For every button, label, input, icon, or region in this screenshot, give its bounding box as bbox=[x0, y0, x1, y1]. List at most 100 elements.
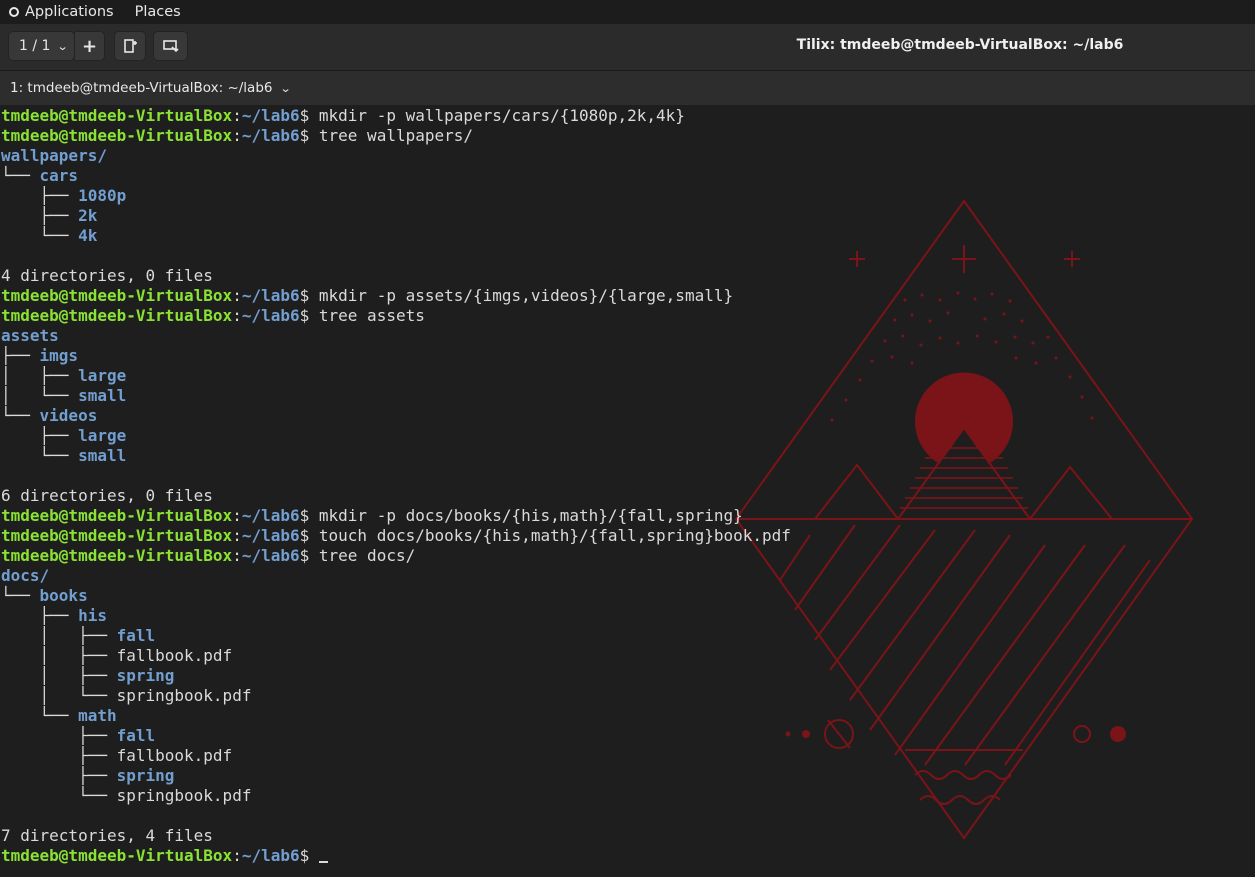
command-text: tree assets bbox=[318, 306, 425, 325]
applications-menu[interactable]: Applications bbox=[9, 4, 114, 20]
command-text: mkdir -p assets/{imgs,videos}/{large,sma… bbox=[318, 286, 734, 305]
header-bar: 1 / 1 ⌄ + Tilix: tmdeeb@tmdeeb-VirtualBo… bbox=[0, 24, 1255, 71]
top-panel: Applications Places bbox=[0, 0, 1255, 24]
tree-entry: │ ├── fallbook.pdf bbox=[1, 646, 791, 666]
prompt-colon: : bbox=[232, 126, 242, 145]
tree-entry: ├── fallbook.pdf bbox=[1, 746, 791, 766]
tree-entry: │ ├── spring bbox=[1, 666, 791, 686]
command-text: touch docs/books/{his,math}/{fall,spring… bbox=[318, 526, 791, 545]
add-terminal-icon bbox=[124, 39, 137, 53]
chevron-down-icon: ⌄ bbox=[57, 39, 70, 53]
file-name: fallbook.pdf bbox=[116, 646, 233, 665]
prompt-user-host: tmdeeb@tmdeeb-VirtualBox bbox=[1, 286, 233, 305]
command-text: tree wallpapers/ bbox=[318, 126, 474, 145]
directory-name: imgs bbox=[39, 346, 79, 365]
tree-branch: ├── bbox=[1, 186, 79, 205]
prompt-user-host: tmdeeb@tmdeeb-VirtualBox bbox=[1, 506, 233, 525]
add-terminal-button[interactable]: + bbox=[74, 31, 105, 61]
new-session-button[interactable] bbox=[114, 31, 146, 61]
prompt-user-host: tmdeeb@tmdeeb-VirtualBox bbox=[1, 546, 233, 565]
prompt-path: ~/lab6 bbox=[241, 506, 300, 525]
directory-name: large bbox=[78, 426, 127, 445]
prompt-symbol: $ bbox=[299, 846, 319, 865]
directory-name: videos bbox=[39, 406, 98, 425]
tree-entry: │ └── small bbox=[1, 386, 791, 406]
tree-branch: ├── bbox=[1, 746, 117, 765]
prompt-line: tmdeeb@tmdeeb-VirtualBox:~/lab6$ tree wa… bbox=[1, 126, 791, 146]
prompt-line: tmdeeb@tmdeeb-VirtualBox:~/lab6$ mkdir -… bbox=[1, 106, 791, 126]
prompt-path: ~/lab6 bbox=[241, 846, 300, 865]
text-cursor bbox=[318, 847, 328, 863]
output-line: 4 directories, 0 files bbox=[1, 266, 213, 285]
directory-name: fall bbox=[116, 726, 156, 745]
file-name: springbook.pdf bbox=[116, 786, 252, 805]
tree-entry: ├── his bbox=[1, 606, 791, 626]
prompt-colon: : bbox=[232, 846, 242, 865]
prompt-colon: : bbox=[232, 286, 242, 305]
prompt-symbol: $ bbox=[299, 126, 319, 145]
prompt-line: tmdeeb@tmdeeb-VirtualBox:~/lab6$ mkdir -… bbox=[1, 286, 791, 306]
applications-label: Applications bbox=[25, 4, 114, 20]
prompt-line: tmdeeb@tmdeeb-VirtualBox:~/lab6$ bbox=[1, 846, 791, 866]
session-count-label: 1 / 1 bbox=[19, 38, 51, 54]
directory-name: fall bbox=[116, 626, 156, 645]
directory-name: 4k bbox=[78, 226, 98, 245]
tree-entry: │ ├── large bbox=[1, 366, 791, 386]
prompt-path: ~/lab6 bbox=[241, 546, 300, 565]
prompt-line: tmdeeb@tmdeeb-VirtualBox:~/lab6$ mkdir -… bbox=[1, 506, 791, 526]
tree-entry: └── 4k bbox=[1, 226, 791, 246]
tree-entry: └── small bbox=[1, 446, 791, 466]
window-title: Tilix: tmdeeb@tmdeeb-VirtualBox: ~/lab6 bbox=[796, 37, 1124, 53]
prompt-symbol: $ bbox=[299, 306, 319, 325]
tree-branch: └── bbox=[1, 166, 40, 185]
sync-input-button[interactable] bbox=[153, 31, 188, 61]
prompt-colon: : bbox=[232, 526, 242, 545]
tree-entry: │ ├── fall bbox=[1, 626, 791, 646]
tree-branch: ├── bbox=[1, 726, 117, 745]
directory-name: spring bbox=[116, 766, 175, 785]
directory-name: math bbox=[78, 706, 117, 725]
directory-name: books bbox=[39, 586, 88, 605]
terminal-title[interactable]: 1: tmdeeb@tmdeeb-VirtualBox: ~/lab6 ⌄ bbox=[10, 80, 291, 96]
tree-branch: │ ├── bbox=[1, 666, 117, 685]
prompt-colon: : bbox=[232, 506, 242, 525]
tree-branch: ├── bbox=[1, 426, 79, 445]
tree-entry: docs/ bbox=[1, 566, 791, 586]
terminal-title-label: 1: tmdeeb@tmdeeb-VirtualBox: ~/lab6 bbox=[10, 80, 273, 96]
tree-entry: ├── 2k bbox=[1, 206, 791, 226]
file-name: fallbook.pdf bbox=[116, 746, 233, 765]
session-switcher-button[interactable]: 1 / 1 ⌄ bbox=[8, 31, 75, 61]
tree-entry: └── videos bbox=[1, 406, 791, 426]
output-line: 7 directories, 4 files bbox=[1, 826, 213, 845]
command-text: tree docs/ bbox=[318, 546, 416, 565]
tree-entry: │ └── springbook.pdf bbox=[1, 686, 791, 706]
tree-branch: │ ├── bbox=[1, 646, 117, 665]
terminal-title-bar[interactable]: 1: tmdeeb@tmdeeb-VirtualBox: ~/lab6 ⌄ bbox=[0, 71, 1255, 105]
prompt-user-host: tmdeeb@tmdeeb-VirtualBox bbox=[1, 306, 233, 325]
output-line: 6 directories, 0 files bbox=[1, 486, 213, 505]
directory-name: his bbox=[78, 606, 107, 625]
file-name: springbook.pdf bbox=[116, 686, 252, 705]
plus-icon: + bbox=[81, 35, 98, 57]
directory-name: large bbox=[78, 366, 127, 385]
tree-entry: assets bbox=[1, 326, 791, 346]
directory-name: assets bbox=[1, 326, 59, 345]
directory-name: 2k bbox=[78, 206, 98, 225]
terminal-view[interactable]: tmdeeb@tmdeeb-VirtualBox:~/lab6$ mkdir -… bbox=[0, 105, 1255, 877]
prompt-colon: : bbox=[232, 546, 242, 565]
directory-name: wallpapers/ bbox=[1, 146, 107, 165]
prompt-path: ~/lab6 bbox=[241, 286, 300, 305]
terminal-output: tmdeeb@tmdeeb-VirtualBox:~/lab6$ mkdir -… bbox=[1, 106, 791, 866]
tree-branch: └── bbox=[1, 786, 117, 805]
directory-name: small bbox=[78, 446, 127, 465]
places-menu[interactable]: Places bbox=[135, 4, 181, 20]
command-text: mkdir -p wallpapers/cars/{1080p,2k,4k} bbox=[318, 106, 685, 125]
tree-entry: ├── fall bbox=[1, 726, 791, 746]
prompt-line: tmdeeb@tmdeeb-VirtualBox:~/lab6$ tree do… bbox=[1, 546, 791, 566]
prompt-line: tmdeeb@tmdeeb-VirtualBox:~/lab6$ touch d… bbox=[1, 526, 791, 546]
prompt-path: ~/lab6 bbox=[241, 306, 300, 325]
prompt-symbol: $ bbox=[299, 106, 319, 125]
tree-entry: └── springbook.pdf bbox=[1, 786, 791, 806]
tree-branch: │ └── bbox=[1, 686, 117, 705]
